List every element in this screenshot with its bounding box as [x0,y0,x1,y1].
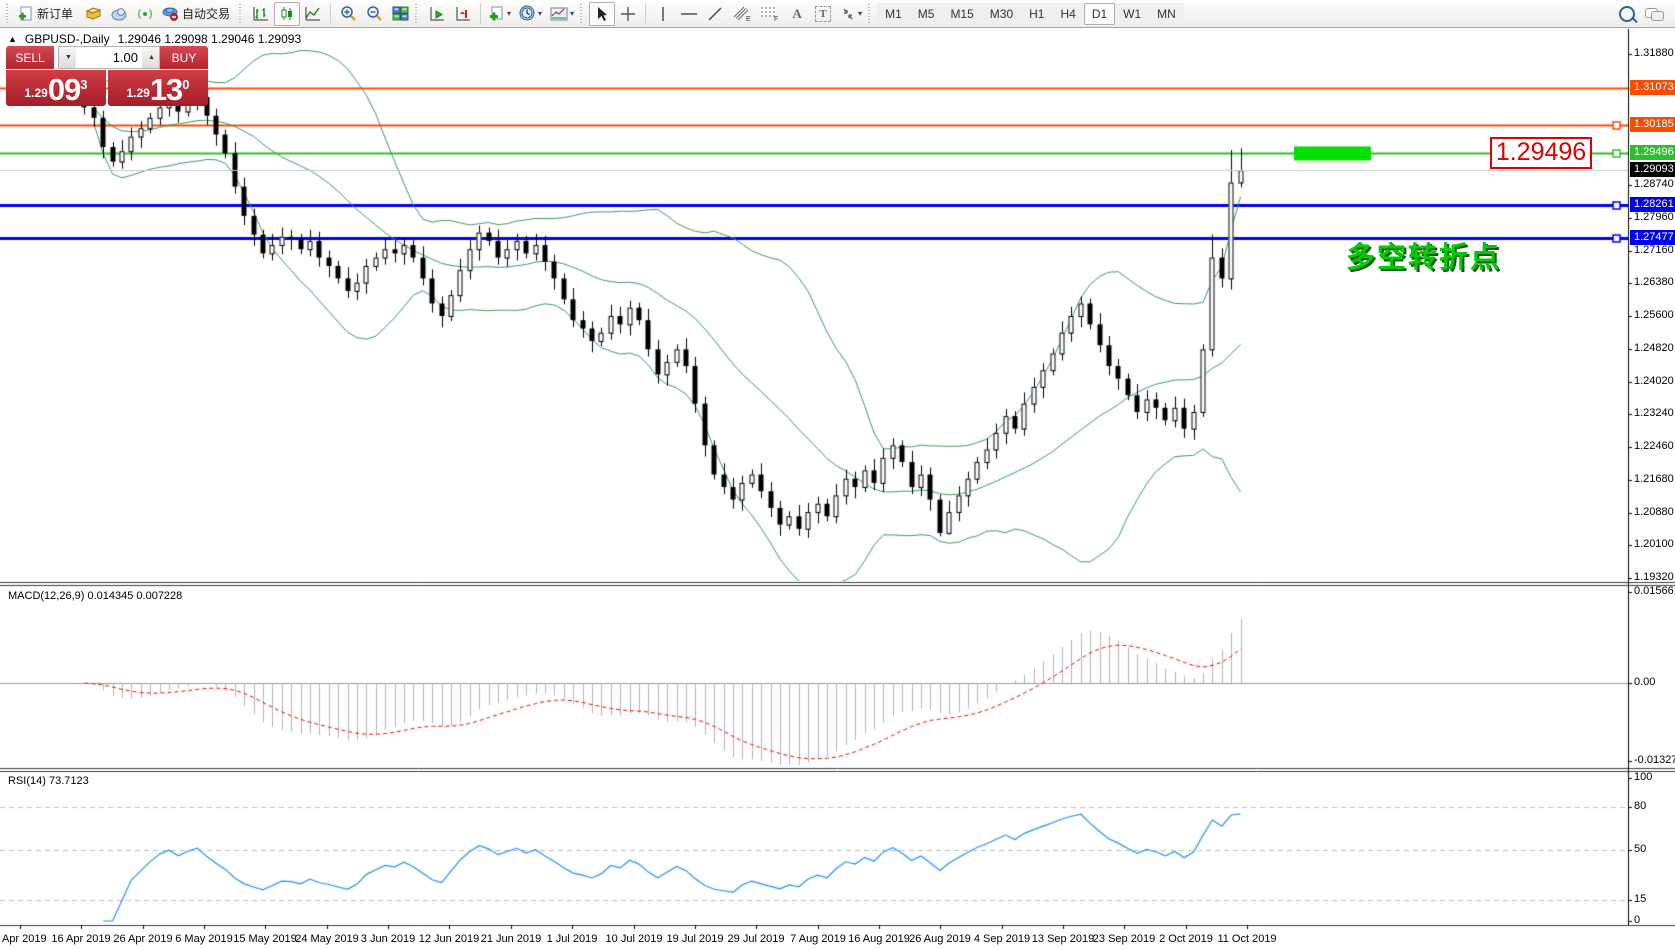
toolbar-separator [645,4,646,24]
chat-icon[interactable] [1645,8,1661,19]
toolbar-grip[interactable] [415,4,419,24]
trendline-tool-button[interactable] [702,2,728,26]
ohlc-values: 1.29046 1.29098 1.29046 1.29093 [118,32,302,46]
arrows-tool-button[interactable]: ▾ [836,2,866,26]
fibonacci-tool-button[interactable]: F [756,2,784,26]
chevron-down-icon: ▾ [507,9,511,18]
timeframe-mn-button[interactable]: MN [1149,3,1184,25]
indicators-button[interactable]: ▾ [485,2,515,26]
tile-windows-button[interactable] [387,2,413,26]
templates-button[interactable]: ▾ [546,2,578,26]
toolbar-separator [480,4,481,24]
zoom-in-button[interactable] [335,2,361,26]
chevron-down-icon: ▾ [570,9,574,18]
toolbar-grip[interactable] [239,4,243,24]
buy-tab-button[interactable]: BUY [160,46,208,69]
chevron-down-icon: ▾ [858,9,862,18]
text-tool-button[interactable]: A [784,2,810,26]
toolbar-grip[interactable] [868,4,872,24]
timeframe-m5-button[interactable]: M5 [910,3,943,25]
autotrade-button[interactable]: 自动交易 [158,2,237,26]
symbol-period-title: GBPUSD-,Daily [25,32,110,46]
pivot-note-text: 多空转折点 [1346,234,1501,276]
market-watch-button[interactable] [80,2,106,26]
crosshair-tool-button[interactable] [615,2,641,26]
buy-price-sup: 0 [182,77,189,92]
bar-chart-type-button[interactable] [248,2,274,26]
zoom-out-button[interactable] [361,2,387,26]
auto-scroll-button[interactable] [424,2,450,26]
sell-price-big: 09 [48,76,80,104]
sell-tab-button[interactable]: SELL [6,46,54,69]
equidistant-channel-tool-button[interactable]: E [728,2,756,26]
toolbar-grip[interactable] [6,4,10,24]
svg-text:F: F [774,16,778,22]
periods-button[interactable]: ▾ [515,2,546,26]
chart-title-bar: ▲ GBPUSD-,Daily 1.29046 1.29098 1.29046 … [8,32,301,46]
data-window-button[interactable] [106,2,132,26]
buy-price-button[interactable]: 1.29 13 0 [108,70,208,106]
macd-indicator-label: MACD(12,26,9) 0.014345 0.007228 [8,590,182,602]
autotrade-label: 自动交易 [182,5,230,22]
volume-spinner: ▼ ▲ [58,46,160,69]
cursor-tool-button[interactable] [589,2,615,26]
horizontal-line-tool-button[interactable] [676,2,702,26]
sell-price-sup: 3 [80,77,87,92]
text-label-glyph: T [815,6,830,22]
chart-shift-button[interactable] [450,2,476,26]
autotrade-icon [161,6,179,21]
sell-price-small: 1.29 [24,86,47,100]
chart-canvas[interactable] [0,0,1675,950]
new-order-icon [18,6,34,22]
vertical-line-tool-button[interactable] [650,2,676,26]
sell-price-button[interactable]: 1.29 09 3 [6,70,106,106]
timeframe-w1-button[interactable]: W1 [1115,3,1149,25]
volume-up-button[interactable]: ▲ [142,47,159,68]
toolbar-grip[interactable] [580,4,584,24]
text-tool-glyph: A [792,6,801,22]
timeframe-m1-button[interactable]: M1 [877,3,910,25]
line-chart-type-button[interactable] [300,2,326,26]
search-icon[interactable] [1619,6,1635,22]
svg-text:E: E [746,16,751,22]
volume-input[interactable] [76,47,142,68]
timeframe-h1-button[interactable]: H1 [1021,3,1052,25]
timeframe-m30-button[interactable]: M30 [982,3,1021,25]
timeframe-d1-button[interactable]: D1 [1084,3,1115,25]
timeframe-h4-button[interactable]: H4 [1052,3,1083,25]
buy-price-small: 1.29 [126,86,149,100]
chevron-down-icon: ▾ [538,9,542,18]
buy-price-big: 13 [150,76,182,104]
toolbar-separator [330,4,331,24]
text-label-tool-button[interactable]: T [810,2,836,26]
candle-chart-type-button[interactable] [274,2,300,26]
mt4-window: 新订单 自动交易 [0,0,1675,950]
new-order-label: 新订单 [37,5,73,22]
toolbar: 新订单 自动交易 [0,0,1675,28]
rsi-indicator-label: RSI(14) 73.7123 [8,775,89,787]
one-click-trading-panel: SELL ▼ ▲ BUY 1.29 09 3 1.29 13 0 [6,46,208,106]
signals-icon[interactable] [132,2,158,26]
price-annotation-box[interactable]: 1.29496 [1490,137,1592,169]
volume-down-button[interactable]: ▼ [59,47,76,68]
timeframe-m15-button[interactable]: M15 [942,3,981,25]
new-order-button[interactable]: 新订单 [15,2,80,26]
window-marker-icon: ▲ [8,34,17,44]
